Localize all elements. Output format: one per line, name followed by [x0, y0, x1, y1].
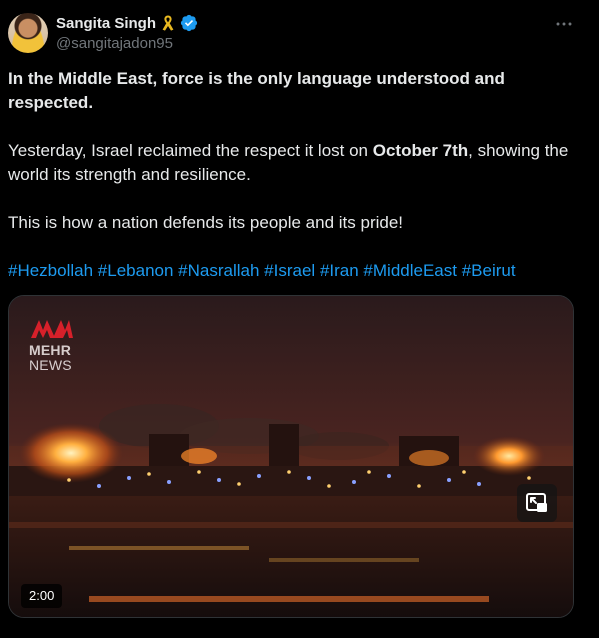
more-icon [556, 22, 572, 26]
picture-in-picture-icon [526, 493, 547, 512]
verified-icon[interactable] [180, 14, 198, 32]
p2-bold-date: October 7th [372, 141, 469, 160]
hashtag-israel[interactable]: #Israel [264, 261, 315, 280]
video-frame [9, 296, 573, 617]
display-name[interactable]: Sangita Singh [56, 15, 156, 32]
hashtag-middleeast[interactable]: #MiddleEast [363, 261, 457, 280]
avatar[interactable] [8, 13, 48, 53]
more-button[interactable] [552, 14, 576, 34]
tweet-lead-text: In the Middle East, force is the only la… [8, 69, 505, 112]
picture-in-picture-button[interactable] [517, 484, 557, 522]
mehr-logo-icon [31, 320, 73, 338]
ribbon-icon [160, 14, 176, 32]
tweet-paragraph-2: Yesterday, Israel reclaimed the respect … [8, 139, 578, 187]
tweet: Sangita Singh @sangitajadon95 In the Mid… [0, 0, 599, 638]
watermark-line-2: NEWS [29, 357, 72, 373]
hashtag-iran[interactable]: #Iran [320, 261, 359, 280]
watermark-line-1: MEHR [29, 342, 72, 358]
p2-before: Yesterday, Israel reclaimed the respect … [8, 141, 373, 160]
tweet-paragraph-3: This is how a nation defends its people … [8, 213, 404, 232]
mehr-news-logo: MEHR NEWS [29, 316, 85, 372]
author-handle[interactable]: @sangitajadon95 [56, 35, 173, 52]
hashtag-beirut[interactable]: #Beirut [462, 261, 516, 280]
hashtag-hezbollah[interactable]: #Hezbollah [8, 261, 93, 280]
hashtag-list: #Hezbollah #Lebanon #Nasrallah #Israel #… [8, 259, 578, 283]
video-player[interactable]: MEHR NEWS 2:00 [8, 295, 574, 618]
hashtag-lebanon[interactable]: #Lebanon [98, 261, 174, 280]
author-name-row: Sangita Singh [56, 12, 198, 34]
hashtag-nasrallah[interactable]: #Nasrallah [178, 261, 259, 280]
video-duration-badge: 2:00 [21, 584, 63, 608]
